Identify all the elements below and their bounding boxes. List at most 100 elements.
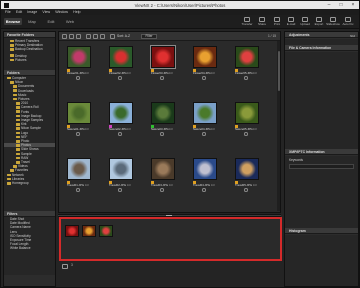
favorites-list: Recent Transfers Primary Destination Bac… [4, 38, 55, 70]
grid-scrollbar[interactable] [277, 41, 280, 211]
email-button[interactable]: E-mail [284, 17, 298, 28]
rating-icon[interactable] [76, 76, 80, 80]
auto-fix-button[interactable]: Auto Fix [341, 17, 355, 28]
filter-button[interactable]: Filter [141, 34, 157, 39]
histogram-header[interactable]: Histogram [285, 228, 358, 234]
folder-icon [16, 102, 20, 105]
rating-icon[interactable] [202, 132, 206, 136]
folder-tree-item[interactable]: Homegroup [4, 181, 55, 185]
thumbnail-tile[interactable]: Flower01.JPG 4:3 [65, 44, 93, 81]
full-screen-icon[interactable] [76, 34, 81, 39]
thumbnail-image[interactable] [193, 102, 217, 124]
thumbnail-ratio: 4:3 [211, 184, 215, 187]
maximize-button[interactable]: □ [335, 1, 347, 9]
thumbnail-image[interactable] [109, 158, 133, 180]
tab-browse[interactable]: Browse [4, 18, 22, 25]
folder-icon [13, 97, 17, 101]
folder-icon [10, 169, 14, 172]
thumbnail-tile[interactable]: Travel02.JPG 4:3 [107, 156, 135, 193]
filter-item[interactable]: White Balance [4, 246, 55, 250]
histogram-body [285, 235, 358, 286]
thumbnail-image[interactable] [67, 102, 91, 124]
rating-icon[interactable] [160, 76, 164, 80]
thumbnail-tile[interactable]: Travel03.JPG 4:3 [149, 156, 177, 193]
rating-icon[interactable] [76, 132, 80, 136]
thumbnail-tile[interactable]: Nature02.JPG 4:3 [107, 100, 135, 137]
rating-icon[interactable] [244, 188, 248, 192]
thumbnail-image[interactable] [151, 102, 175, 124]
tab-edit[interactable]: Edit [42, 18, 60, 25]
folder-icon [16, 156, 20, 160]
thumbnail-image[interactable] [193, 46, 217, 68]
tab-map[interactable]: Map [23, 18, 41, 25]
folder-icon [16, 106, 20, 109]
thumbnail-tile[interactable]: Travel04.JPG 4:3 [191, 156, 219, 193]
share-button[interactable]: Share [255, 17, 269, 28]
tray-thumbnail[interactable] [99, 225, 113, 237]
transfer-button[interactable]: Transfer [240, 17, 254, 28]
thumbnail-tile[interactable]: Travel01.JPG 4:3 [65, 156, 93, 193]
minimize-button[interactable]: – [323, 1, 335, 9]
thumbnail-ratio: 4:3 [169, 128, 173, 131]
upload-button[interactable]: Upload [298, 17, 312, 28]
thumbnail-tile[interactable]: Flower04.JPG 4:3 [191, 44, 219, 81]
rating-icon[interactable] [160, 132, 164, 136]
thumbnail-tile[interactable]: Flower05.JPG 4:3 [233, 44, 261, 81]
thumbnail-image[interactable] [235, 102, 259, 124]
rotate-right-icon[interactable] [100, 34, 105, 39]
compare-icon[interactable] [86, 34, 91, 39]
favorite-item[interactable]: Pictures [4, 58, 55, 62]
thumbnail-image[interactable] [151, 158, 175, 180]
thumbnail-tile[interactable]: Nature04.JPG 4:3 [191, 100, 219, 137]
rating-icon[interactable] [160, 188, 164, 192]
thumbnail-image[interactable] [109, 46, 133, 68]
export-button[interactable]: Export [312, 17, 326, 28]
thumbnail-image[interactable] [67, 158, 91, 180]
rating-icon[interactable] [244, 132, 248, 136]
image-viewer-icon[interactable] [69, 34, 74, 39]
tray-thumbnail[interactable] [65, 225, 79, 237]
tab-web[interactable]: Web [61, 18, 79, 25]
thumbnail-image[interactable] [67, 46, 91, 68]
keywords-field[interactable] [289, 164, 354, 169]
rating-icon[interactable] [118, 188, 122, 192]
thumbnail-filename: Nature02.JPG [109, 128, 127, 131]
thumbnail-grid-icon[interactable] [62, 34, 67, 39]
scroll-thumb[interactable] [277, 51, 280, 91]
sort-label[interactable]: Sort: A-Z [117, 34, 130, 39]
favorite-item[interactable]: Backup Destination [4, 47, 55, 51]
print-button[interactable]: Print [270, 17, 284, 28]
thumbnail-tile[interactable]: Nature03.JPG 4:3 [149, 100, 177, 137]
file-info-header[interactable]: File & Camera Information [285, 45, 358, 51]
close-button[interactable]: × [347, 1, 359, 9]
rating-icon[interactable] [118, 132, 122, 136]
folder-icon [16, 160, 20, 164]
thumbnail-image[interactable] [109, 102, 133, 124]
rating-icon[interactable] [202, 188, 206, 192]
tray-toggle-icon[interactable] [62, 264, 68, 269]
rating-icon[interactable] [202, 76, 206, 80]
rating-icon[interactable] [118, 76, 122, 80]
thumbnail-tile[interactable]: Travel05.JPG 4:3 [233, 156, 261, 193]
rating-icon[interactable] [244, 76, 248, 80]
thumbnail-image[interactable] [150, 45, 176, 69]
tray-thumbnail[interactable] [82, 225, 96, 237]
folder-icon [16, 118, 20, 122]
thumbnail-image[interactable] [193, 158, 217, 180]
thumbnail-tile[interactable]: Flower02.JPG 4:3 [107, 44, 135, 81]
slideshow-button[interactable]: Slideshow [326, 17, 340, 28]
folder-tree: Computer Nikon Documents Downloads Music Pict… [4, 76, 55, 211]
thumbnail-tile[interactable]: Nature05.JPG 4:3 [233, 100, 261, 137]
adjustments-header[interactable]: Adjustments Std [285, 32, 358, 38]
rotate-left-icon[interactable] [93, 34, 98, 39]
xmp-header[interactable]: XMP/IPTC Information [285, 149, 358, 155]
grip-handle[interactable] [166, 215, 172, 216]
folder-icon [10, 81, 14, 84]
thumbnail-image[interactable] [235, 46, 259, 68]
thumbnail-ratio: 4:3 [253, 184, 257, 187]
thumbnail-image[interactable] [235, 158, 259, 180]
thumbnail-tile[interactable]: Flower03.JPG 4:3 [149, 44, 177, 81]
rating-icon[interactable] [76, 188, 80, 192]
sort-icon[interactable] [110, 34, 115, 39]
thumbnail-tile[interactable]: Nature01.JPG 4:3 [65, 100, 93, 137]
